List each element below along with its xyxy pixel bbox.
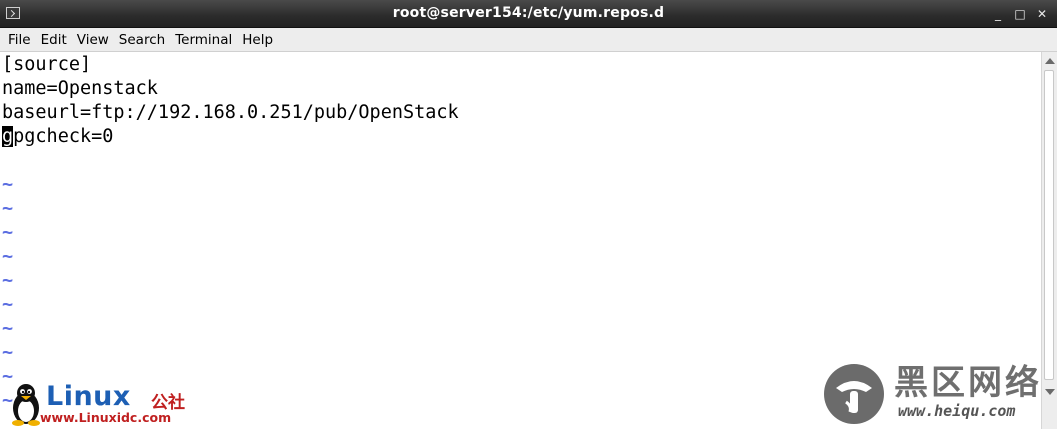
menu-file[interactable]: File [3,29,36,51]
scrollbar-thumb[interactable] [1044,70,1054,380]
editor-line-4-text: pgcheck=0 [13,126,114,147]
heiqu-watermark: 黑区网络 www.heiqu.com [822,362,1047,426]
terminal-window: root@server154:/etc/yum.repos.d _ □ ✕ Fi… [0,0,1057,429]
window-title: root@server154:/etc/yum.repos.d [392,5,665,21]
editor-line-2: name=Openstack [2,78,158,99]
empty-line-marker: ~ [2,294,14,315]
empty-line-marker: ~ [2,270,14,291]
window-controls: _ □ ✕ [989,4,1051,24]
editor-line-4: gpgcheck=0 [2,125,113,149]
heiqu-url: www.heiqu.com [898,402,1016,420]
tux-penguin-icon [12,384,40,426]
close-button[interactable]: ✕ [1033,4,1051,24]
maximize-button[interactable]: □ [1011,4,1029,24]
title-bar[interactable]: root@server154:/etc/yum.repos.d _ □ ✕ [0,0,1057,28]
empty-line-marker: ~ [2,174,14,195]
empty-line-marker: ~ [2,198,14,219]
menu-bar: File Edit View Search Terminal Help [0,28,1057,52]
scroll-up-arrow-icon[interactable] [1045,58,1055,64]
menu-edit[interactable]: Edit [36,29,72,51]
empty-line-marker: ~ [2,246,14,267]
linuxidc-url: www.Linuxidc.com [40,410,172,425]
heiqu-logo-icon [824,364,884,424]
menu-search[interactable]: Search [114,29,170,51]
menu-view[interactable]: View [72,29,114,51]
minimize-button[interactable]: _ [989,4,1007,24]
editor-line-3: baseurl=ftp://192.168.0.251/pub/OpenStac… [2,102,459,123]
menu-help[interactable]: Help [237,29,278,51]
linux-brand-text: Linux [46,381,131,412]
empty-line-marker: ~ [2,342,14,363]
linuxidc-watermark: Linux 公社 www.Linuxidc.com [8,380,208,429]
empty-line-marker: ~ [2,222,14,243]
text-cursor: g [2,126,14,147]
menu-terminal[interactable]: Terminal [170,29,237,51]
empty-line-marker: ~ [2,318,14,339]
editor-line-1: [source] [2,54,92,75]
heiqu-brand-cn-text: 黑区网络 [894,363,1042,403]
